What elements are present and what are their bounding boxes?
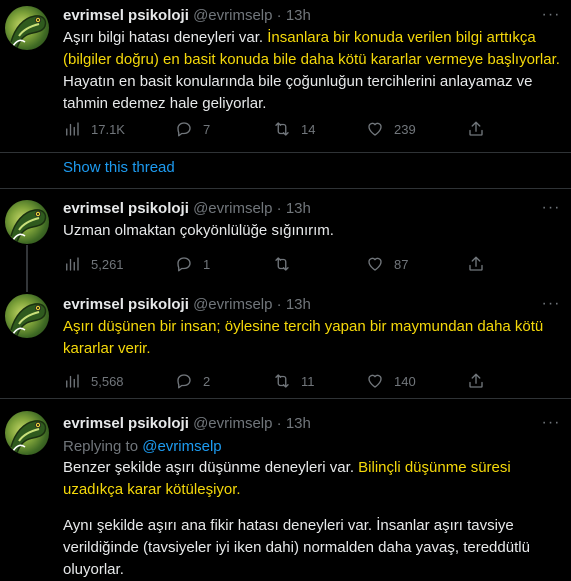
avatar[interactable] <box>5 411 49 455</box>
share-button[interactable] <box>467 371 485 391</box>
tweet-text: Benzer şekilde aşırı düşünme deneyleri v… <box>63 457 563 501</box>
retweet-button[interactable] <box>273 254 291 274</box>
retweet-button[interactable]: 11 <box>273 371 315 391</box>
tweet-text: Uzman olmaktan çokyönlülüğe sığınırım. <box>63 220 563 242</box>
like-button[interactable]: 87 <box>366 254 408 274</box>
more-icon[interactable]: ··· <box>541 296 561 317</box>
separator: · <box>276 7 282 24</box>
views-count: 5,261 <box>91 256 124 272</box>
thread-line <box>26 282 28 292</box>
share-button[interactable] <box>467 119 485 139</box>
separator: · <box>276 415 282 432</box>
share-button[interactable] <box>467 254 485 274</box>
more-icon[interactable]: ··· <box>541 200 561 221</box>
retweet-icon <box>275 257 289 271</box>
separator: · <box>276 296 282 313</box>
reply-icon <box>177 374 191 389</box>
show-thread-link[interactable]: Show this thread <box>63 158 175 178</box>
share-icon <box>469 256 483 271</box>
like-icon <box>368 122 382 136</box>
author-handle[interactable]: @evrimselp <box>193 296 272 313</box>
retweet-count: 11 <box>301 373 315 389</box>
views-icon <box>66 122 79 136</box>
more-icon[interactable]: ··· <box>541 7 561 28</box>
tweet-header: evrimsel psikoloji @evrimselp · 13h <box>63 414 311 434</box>
like-count: 140 <box>394 373 416 389</box>
author-handle[interactable]: @evrimselp <box>193 7 272 24</box>
tweet-header: evrimsel psikoloji @evrimselp · 13h <box>63 6 311 26</box>
like-button[interactable]: 239 <box>366 119 416 139</box>
text-segment: Hayatın en basit konularında bile çoğunl… <box>63 73 533 112</box>
views-button[interactable]: 17.1K <box>63 119 125 139</box>
views-icon <box>66 257 79 271</box>
timestamp[interactable]: 13h <box>286 7 311 24</box>
author-name[interactable]: evrimsel psikoloji <box>63 415 189 432</box>
divider <box>0 152 571 153</box>
author-handle[interactable]: @evrimselp <box>193 415 272 432</box>
tweet-3[interactable]: evrimsel psikoloji @evrimselp · 13h ··· … <box>0 282 571 394</box>
reply-count: 7 <box>203 121 211 137</box>
avatar[interactable] <box>5 294 49 338</box>
author-handle[interactable]: @evrimselp <box>193 200 272 217</box>
more-icon[interactable]: ··· <box>541 415 561 436</box>
tweet-2[interactable]: evrimsel psikoloji @evrimselp · 13h ··· … <box>0 189 571 291</box>
retweet-icon <box>275 122 289 136</box>
avatar[interactable] <box>5 200 49 244</box>
views-count: 5,568 <box>91 373 124 389</box>
like-button[interactable]: 140 <box>366 371 416 391</box>
timestamp[interactable]: 13h <box>286 200 311 217</box>
separator: · <box>276 200 282 217</box>
avatar[interactable] <box>5 6 49 50</box>
like-icon <box>368 374 382 388</box>
reply-button[interactable]: 7 <box>175 119 210 139</box>
tweet-1[interactable]: evrimsel psikoloji @evrimselp · 13h ··· … <box>0 0 571 152</box>
reply-icon <box>177 122 191 137</box>
action-bar: 5,568 2 11 140 <box>63 371 503 391</box>
tweet-4[interactable]: evrimsel psikoloji @evrimselp · 13h ··· … <box>0 399 571 581</box>
retweet-button[interactable]: 14 <box>273 119 315 139</box>
replying-to: Replying to @evrimselp <box>63 437 222 457</box>
like-icon <box>368 257 382 271</box>
views-button[interactable]: 5,568 <box>63 371 124 391</box>
reply-button[interactable]: 2 <box>175 371 210 391</box>
views-button[interactable]: 5,261 <box>63 254 124 274</box>
replying-handle[interactable]: @evrimselp <box>142 438 221 455</box>
timestamp[interactable]: 13h <box>286 296 311 313</box>
snake-image <box>10 420 47 454</box>
reply-count: 2 <box>203 373 211 389</box>
action-bar: 17.1K 7 14 239 <box>63 119 503 139</box>
tweet-header: evrimsel psikoloji @evrimselp · 13h <box>63 295 311 315</box>
author-name[interactable]: evrimsel psikoloji <box>63 200 189 217</box>
highlighted-text: Aşırı düşünen bir insan; öylesine tercih… <box>63 318 544 357</box>
tweet-text-paragraph-2: Aynı şekilde aşırı ana fikir hatası dene… <box>63 517 530 578</box>
author-name[interactable]: evrimsel psikoloji <box>63 296 189 313</box>
retweet-icon <box>275 374 289 388</box>
share-icon <box>469 373 483 388</box>
like-count: 239 <box>394 121 416 137</box>
reply-button[interactable]: 1 <box>175 254 210 274</box>
text-segment: Benzer şekilde aşırı düşünme deneyleri v… <box>63 459 359 476</box>
like-count: 87 <box>394 256 409 272</box>
snake-image <box>10 15 47 49</box>
action-bar: 5,261 1 87 <box>63 254 503 274</box>
share-icon <box>469 121 483 136</box>
tweet-header: evrimsel psikoloji @evrimselp · 13h <box>63 199 311 219</box>
replying-label: Replying to <box>63 438 139 455</box>
views-icon <box>66 374 79 388</box>
retweet-count: 14 <box>301 121 316 137</box>
views-count: 17.1K <box>91 121 125 137</box>
snake-image <box>10 303 47 337</box>
tweet-text: Aşırı düşünen bir insan; öylesine tercih… <box>63 316 563 360</box>
timestamp[interactable]: 13h <box>286 415 311 432</box>
reply-icon <box>177 257 191 272</box>
text-segment: Uzman olmaktan çokyönlülüğe sığınırım. <box>63 222 334 239</box>
text-segment: Aşırı bilgi hatası deneyleri var. <box>63 29 268 46</box>
reply-count: 1 <box>203 256 211 272</box>
author-name[interactable]: evrimsel psikoloji <box>63 7 189 24</box>
snake-image <box>10 209 47 243</box>
tweet-text: Aşırı bilgi hatası deneyleri var. İnsanl… <box>63 27 563 115</box>
